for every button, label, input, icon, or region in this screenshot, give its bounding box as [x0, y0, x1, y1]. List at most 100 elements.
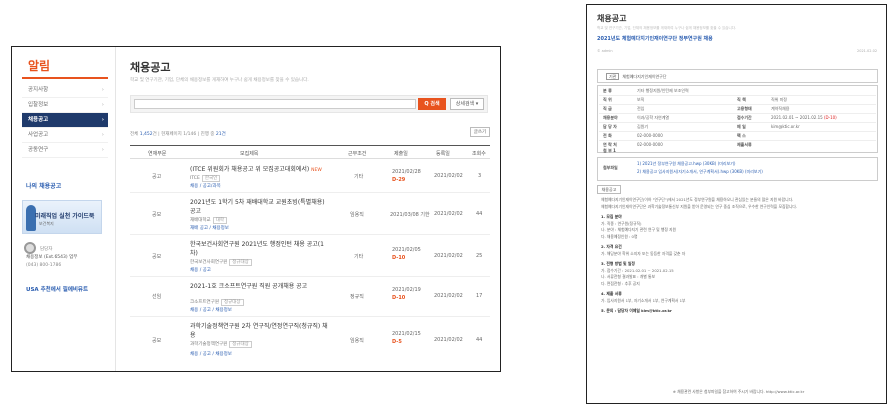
post-title: 2021년도 체험예다지기인재이연구단 정부연구원 채용: [597, 36, 713, 42]
contact-name: 채용정보 (Ext.6543) 업무: [26, 255, 78, 260]
row-dday: D-10: [392, 295, 406, 301]
row-end: 2021/02/02: [434, 293, 463, 299]
info-value: 이과/공학 자연계열: [637, 115, 670, 120]
row-views: 3: [478, 173, 482, 179]
row-type: 공모: [152, 212, 162, 218]
row-links[interactable]: 채용 / 공고 / 채용정보: [190, 307, 232, 313]
col-views: 조회수: [472, 151, 486, 157]
info-label: 직 위: [603, 97, 612, 102]
page-title: 채용공고: [130, 61, 171, 74]
attachment-label: 첨부파일: [603, 165, 618, 170]
row-reg: 2021/02/28: [392, 169, 421, 175]
sidebar: 알림 공지사항 › 입찰정보 › 채용공고 › 사업공고 › 공동연구 › 나의 채용공고…: [12, 47, 116, 371]
info-label: 담 당 자: [603, 124, 617, 129]
sidebar-item-research[interactable]: 공동연구 ›: [22, 143, 108, 158]
info-label: 접수기간: [737, 115, 752, 120]
row-reg: 2021/03/08 기한: [390, 212, 430, 218]
row-title[interactable]: 한국보건사회연구원 2021년도 행정인턴 채용 공고(1차): [190, 240, 330, 258]
sidebar-item-business[interactable]: 사업공고 ›: [22, 128, 108, 143]
chevron-right-icon: ›: [101, 147, 104, 153]
bulletin-window: 알림 공지사항 › 입찰정보 › 채용공고 › 사업공고 › 공동연구 › 나의 채용공고…: [11, 46, 501, 372]
row-title[interactable]: 2021년도 1학기 5차 재배대학교 교원초빙(특별채용) 공고: [190, 198, 330, 216]
advanced-search-button[interactable]: 상세검색 ▾: [450, 98, 484, 110]
sidebar-item-label: 입찰정보: [28, 102, 49, 108]
info-label: 직 급: [603, 106, 612, 111]
row-dday: D-29: [392, 177, 406, 183]
post-date: 2021.02.02: [857, 49, 878, 53]
row-links[interactable]: 채용 / 공고 / 채용정보: [190, 351, 232, 357]
divider: [599, 113, 876, 114]
info-value: 02-000-0000: [637, 142, 663, 147]
row-title[interactable]: 과학기술정책연구원 2차 연구직/연정연구직(청규직) 채용: [190, 322, 330, 340]
sidebar-item-label: 공동연구: [28, 147, 49, 153]
row-views: 44: [476, 337, 483, 343]
info-value: 기타 행정지원/인턴제 보조인력: [637, 88, 689, 93]
row-reg: 2021/02/15: [392, 331, 421, 337]
row-org: ITCE 한국인: [190, 175, 221, 182]
row-links[interactable]: 채용 / 공고: [190, 267, 211, 273]
job-detail-window: 채용공고 학교 및 연구기관, 기업, 단체의 채용정보를 게재하여 누구나 쉽…: [586, 4, 887, 404]
row-org: 과학기술정책연구원 정규대상: [190, 341, 252, 348]
row-end: 2021/02/02: [434, 253, 463, 259]
divider: [599, 104, 876, 105]
row-end: 2021/02/02: [434, 337, 463, 343]
row-form: 기타: [354, 174, 364, 180]
table-row[interactable]: 공모 2021년도 1학기 5차 재배대학교 교원초빙(특별채용) 공고 재배대…: [130, 193, 490, 235]
main-content: 채용공고 학교 및 연구기관, 기업, 단체의 채용정보를 게재하여 누구나 쉽…: [122, 47, 498, 371]
info-label: 고용형태: [737, 106, 752, 111]
row-type: 공고: [152, 174, 162, 180]
row-reg: 2021/02/05: [392, 247, 421, 253]
info-value: 02-000-0000: [637, 133, 663, 138]
sidebar-item-label: 사업공고: [28, 132, 49, 138]
row-type: 선임: [152, 294, 162, 300]
info-label: 직 책: [737, 97, 746, 102]
divider: [599, 131, 876, 132]
detail-page-title: 채용공고: [597, 14, 627, 23]
table-row[interactable]: 공모 과학기술정책연구원 2차 연구직/연정연구직(청규직) 채용 과학기술정책…: [130, 317, 490, 363]
guidebook-banner[interactable]: 미래직업 실천 가이드북 보건복지: [22, 200, 102, 234]
row-title[interactable]: 2021-1호 크소프트연구원 직원 공개채용 공고: [190, 282, 330, 291]
table-row[interactable]: 공모 한국보건사회연구원 2021년도 행정인턴 채용 공고(1차) 한국보건사…: [130, 235, 490, 277]
info-label: 메 일: [737, 124, 746, 129]
info-value: 전임: [637, 106, 645, 111]
row-dday: D-5: [392, 339, 402, 345]
recommend-link[interactable]: USA 추천에서 필에비뮤트: [26, 285, 88, 293]
banner-title: 미래직업 실천 가이드북: [35, 213, 95, 220]
footer-note: ※ 채용관련 사항은 첨부파일을 참고하여 주시기 바랍니다. http://w…: [672, 389, 805, 394]
detail-description: 학교 및 연구기관, 기업, 단체의 채용정보를 게재하여 누구나 쉽게 채용정…: [597, 26, 737, 30]
sidebar-logo: 알림: [28, 59, 51, 73]
contact-label: 담당자: [40, 247, 53, 252]
col-form: 근무조건: [348, 151, 367, 157]
contact-info: 담당자 채용정보 (Ext.6543) 업무 (043) 800-1786: [26, 246, 77, 270]
row-type: 공모: [152, 338, 162, 344]
chevron-right-icon: ›: [101, 117, 104, 123]
row-links[interactable]: 채용 / 공고/과목: [190, 183, 221, 189]
info-value: kim@ktic.or.kr: [771, 124, 800, 129]
divider: [599, 140, 876, 141]
write-button[interactable]: 글쓰기: [470, 127, 490, 137]
sidebar-item-label: 채용공고: [28, 117, 49, 123]
my-jobs-link[interactable]: 나의 채용공고: [26, 181, 61, 190]
row-title[interactable]: (ITCE 위원회가 채용공고 위 모집공고대회에서) NEW: [190, 165, 330, 175]
attachment-link[interactable]: 2) 채용공고 입사지원서(자기소개서, 연구계획서).hwp (30KB) (…: [637, 169, 763, 175]
table-row[interactable]: 선임 2021-1호 크소프트연구원 직원 공개채용 공고 크소프트연구원 정규대…: [130, 277, 490, 317]
sidebar-item-jobs[interactable]: 채용공고 ›: [22, 113, 108, 128]
sidebar-item-label: 공지사항: [28, 87, 49, 93]
sidebar-item-bid[interactable]: 입찰정보 ›: [22, 98, 108, 113]
table-row[interactable]: 공고 (ITCE 위원회가 채용공고 위 모집공고대회에서) NEW ITCE 한…: [130, 159, 490, 193]
row-end: 2021/02/02: [434, 211, 463, 217]
info-label: 채용분야: [603, 115, 618, 120]
table-header: 연재부문 모집제목 근무조건 제출일 등록일 조회수: [130, 145, 490, 159]
col-title: 모집제목: [240, 151, 259, 157]
sidebar-item-notice[interactable]: 공지사항 ›: [22, 83, 108, 98]
attachment-link[interactable]: 1) 2021년 정부연구원 채용공고.hwp (30KB) (미리보기): [637, 161, 735, 167]
search-button[interactable]: Q 검색: [418, 98, 446, 110]
col-type: 연재부문: [148, 151, 167, 157]
row-views: 44: [476, 211, 483, 217]
row-links[interactable]: 재배 공고 / 채용정보: [190, 225, 229, 231]
chevron-right-icon: ›: [101, 87, 104, 93]
result-count: 전체 1,452건 | 현재페이지 1/146 | 진행 중 21건: [130, 132, 226, 137]
post-author: © admin: [597, 49, 613, 53]
page-description: 학교 및 연구기관, 기업, 단체의 채용정보를 게재하여 누구나 쉽게 채용정…: [130, 78, 309, 83]
search-input[interactable]: [134, 99, 416, 109]
